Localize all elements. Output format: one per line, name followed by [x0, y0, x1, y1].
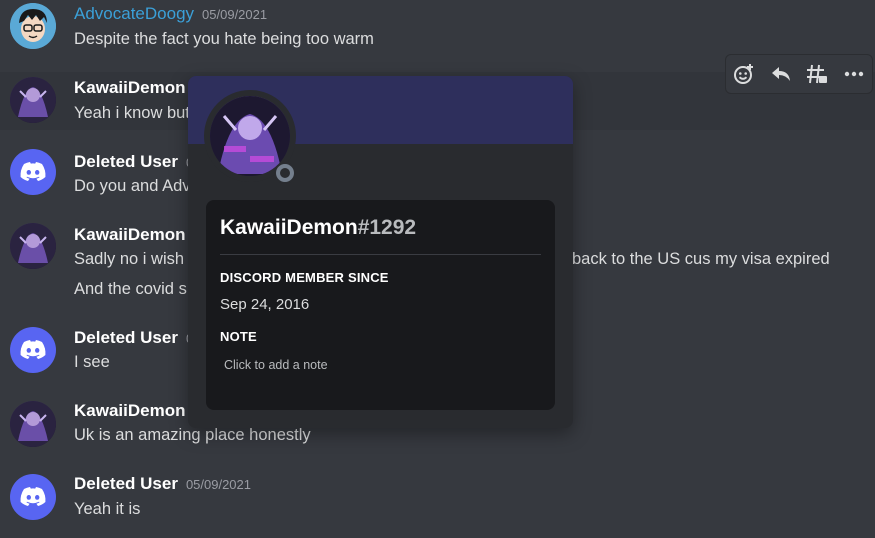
message-actions-toolbar: [725, 54, 873, 94]
author-name[interactable]: KawaiiDemon: [74, 78, 185, 98]
avatar[interactable]: [10, 401, 56, 447]
timestamp: 05/09/2021: [185, 477, 252, 492]
author-name[interactable]: Deleted User0: [74, 328, 193, 348]
message-text: Sadly no i wish: [74, 250, 185, 268]
offline-status-icon: [276, 164, 294, 182]
avatar[interactable]: [10, 149, 56, 195]
add-reaction-icon: [734, 64, 754, 84]
message: Deleted User 05/09/2021 Yeah it is: [0, 462, 875, 538]
create-thread-icon: [807, 64, 828, 84]
message-text-continued: back to the US cus my visa expired: [572, 250, 830, 268]
more-options-icon: [844, 71, 863, 77]
create-thread-button[interactable]: [802, 59, 832, 89]
divider: [220, 254, 541, 255]
author-name[interactable]: Deleted User0: [74, 152, 193, 172]
avatar[interactable]: [10, 3, 56, 49]
note-label: NOTE: [220, 329, 257, 344]
message-text: Yeah i know but: [74, 104, 190, 122]
message-text: I see: [74, 353, 110, 371]
user-profile-popout: KawaiiDemon#1292 DISCORD MEMBER SINCE Se…: [188, 76, 573, 428]
demon-avatar-icon: [10, 77, 56, 123]
discord-logo-icon: [20, 487, 46, 506]
author-name[interactable]: Deleted User 05/09/2021: [74, 474, 251, 494]
author-name[interactable]: KawaiiDemon: [74, 401, 185, 421]
avatar[interactable]: [10, 327, 56, 373]
author-label[interactable]: AdvocateDoogy: [74, 4, 194, 23]
demon-avatar-icon: [10, 401, 56, 447]
message-text: Uk is an amazing place honestly: [74, 426, 311, 444]
username: KawaiiDemon: [220, 216, 358, 239]
author-name[interactable]: KawaiiDemon: [74, 225, 185, 245]
message-text: Despite the fact you hate being too warm: [74, 30, 374, 48]
status-indicator: [274, 162, 296, 184]
message-text: Do you and Adv: [74, 177, 191, 195]
timestamp: 05/09/2021: [202, 7, 268, 22]
author-label[interactable]: Deleted User: [74, 152, 178, 171]
more-options-button[interactable]: [839, 59, 869, 89]
discord-logo-icon: [20, 340, 46, 359]
profile-username: KawaiiDemon#1292: [220, 216, 416, 240]
note-input[interactable]: Click to add a note: [224, 358, 328, 372]
discord-logo-icon: [20, 162, 46, 181]
author-name[interactable]: AdvocateDoogy 05/09/2021: [74, 4, 267, 24]
doogy-avatar-icon: [10, 3, 56, 49]
profile-info-card: KawaiiDemon#1292 DISCORD MEMBER SINCE Se…: [206, 200, 555, 410]
message-text: Yeah it is: [74, 500, 141, 518]
discriminator: #1292: [357, 216, 417, 239]
avatar[interactable]: [10, 77, 56, 123]
message-text: And the covid s: [74, 280, 187, 298]
reply-icon: [771, 67, 790, 81]
avatar[interactable]: [10, 223, 56, 269]
author-label[interactable]: Deleted User: [74, 474, 178, 493]
demon-avatar-icon: [10, 223, 56, 269]
reply-button[interactable]: [766, 59, 796, 89]
avatar[interactable]: [10, 474, 56, 520]
author-label[interactable]: Deleted User: [74, 328, 178, 347]
member-since-label: DISCORD MEMBER SINCE: [220, 270, 389, 285]
add-reaction-button[interactable]: [729, 59, 759, 89]
member-since-date: Sep 24, 2016: [220, 296, 310, 313]
